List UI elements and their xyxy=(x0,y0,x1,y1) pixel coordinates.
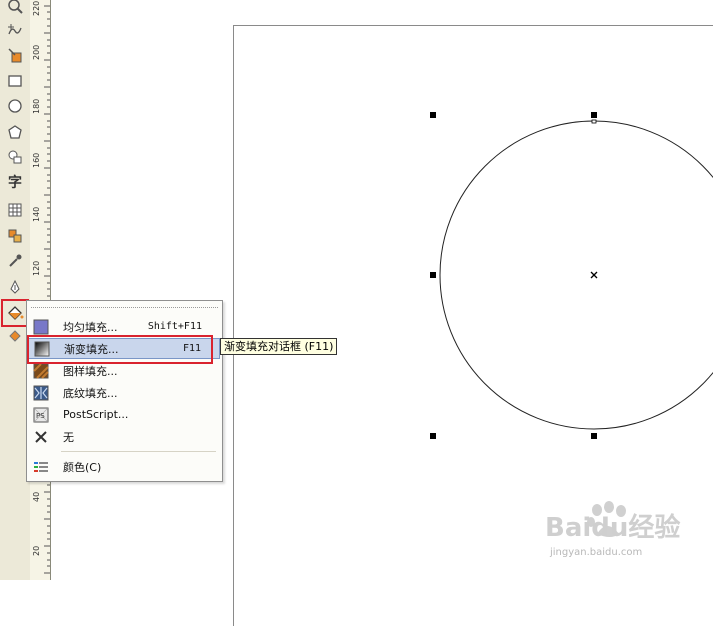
uniform-fill-icon xyxy=(33,319,49,334)
selection-handle[interactable] xyxy=(430,272,436,278)
menu-item-uniform-fill[interactable]: 均匀填充... Shift+F11 xyxy=(27,316,220,337)
pattern-fill-icon xyxy=(33,362,49,379)
selected-circle[interactable] xyxy=(439,120,713,430)
node-handle[interactable] xyxy=(591,119,597,124)
fountain-fill-highlight-box xyxy=(27,335,213,364)
selection-handle[interactable] xyxy=(591,112,597,118)
menu-item-postscript-fill[interactable]: PS PostScript... xyxy=(27,404,220,425)
menu-item-shortcut: Shift+F11 xyxy=(147,321,202,332)
no-fill-icon xyxy=(35,430,47,443)
menu-item-color-docker[interactable]: 颜色(C) xyxy=(27,456,220,477)
menu-item-label: 颜色(C) xyxy=(63,460,102,474)
selection-handle[interactable] xyxy=(430,112,436,118)
fountain-fill-tooltip: 渐变填充对话框 (F11) xyxy=(220,338,338,355)
selection-handle[interactable] xyxy=(430,433,436,439)
baidu-jingyan-watermark: Baidu经验 xyxy=(545,501,680,543)
menu-item-no-fill[interactable]: 无 xyxy=(27,426,220,447)
menu-item-label: 图样填充... xyxy=(63,364,118,378)
menu-item-label: PostScript... xyxy=(63,408,129,421)
texture-fill-icon xyxy=(33,385,49,400)
selection-handle[interactable] xyxy=(591,433,597,439)
menu-item-label: 均匀填充... xyxy=(63,320,118,334)
center-marker-icon xyxy=(590,271,598,279)
svg-text:PS: PS xyxy=(36,412,45,420)
color-docker-icon xyxy=(34,461,48,472)
flyout-grip[interactable] xyxy=(31,307,218,308)
fill-flyout-menu: 均匀填充... Shift+F11 渐变填充... F11 图样填充... 底纹… xyxy=(26,300,223,482)
postscript-fill-icon: PS xyxy=(33,407,49,422)
drawing-canvas xyxy=(430,112,713,439)
watermark-url: jingyan.baidu.com xyxy=(550,547,643,558)
menu-separator xyxy=(61,451,216,452)
menu-item-label: 无 xyxy=(63,430,74,444)
watermark-brand: Baidu经验 xyxy=(545,512,680,543)
menu-item-label: 底纹填充... xyxy=(63,386,118,400)
menu-item-texture-fill[interactable]: 底纹填充... xyxy=(27,382,220,403)
